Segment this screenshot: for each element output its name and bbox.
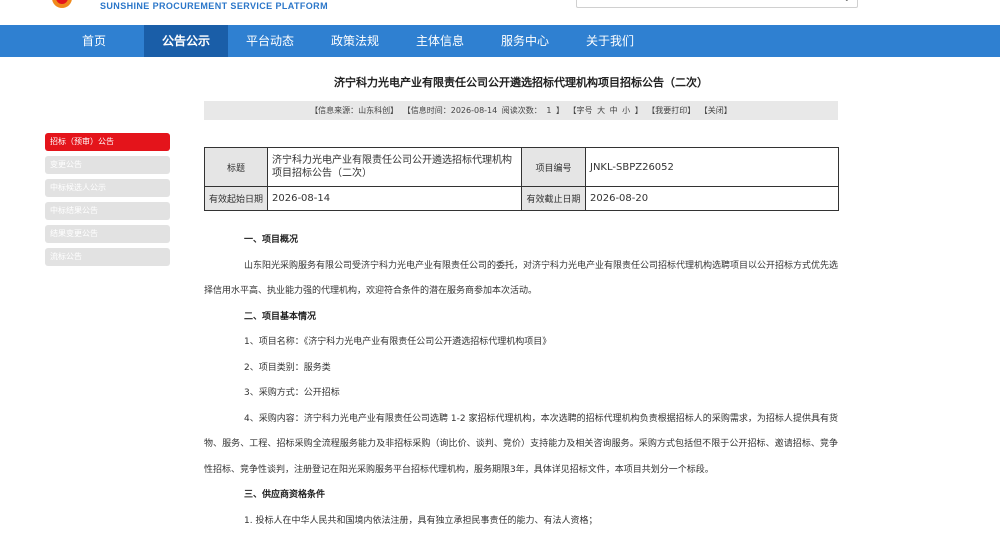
title-label: 标题 — [204, 147, 268, 187]
list-item: 3、采购方式：公开招标 — [244, 388, 340, 398]
list-item: 1、项目名称：《济宁科力光电产业有限责任公司公开遴选招标代理机构项目》 — [244, 337, 552, 347]
meta-font-size-label: 【字号 — [568, 106, 593, 115]
start-date-value: 2026-08-14 — [267, 186, 522, 211]
font-medium-link[interactable]: 中 — [610, 106, 618, 115]
start-date-label: 有效起始日期 — [204, 186, 268, 211]
page-title: 济宁科力光电产业有限责任公司公开遴选招标代理机构项目招标公告（二次） — [334, 76, 708, 89]
sidebar-item-award-result[interactable]: 中标结果公告 — [45, 202, 170, 220]
nav-item-home[interactable]: 首页 — [64, 25, 124, 57]
meta-views-label: 阅读次数： — [501, 106, 542, 115]
sidebar-item-result-change[interactable]: 结果变更公告 — [45, 225, 170, 243]
article-body: 一、项目概况 山东阳光采购服务有限公司受济宁科力光电产业有限责任公司的委托，对济… — [204, 228, 838, 534]
search-box[interactable]: ⌄ — [576, 0, 858, 11]
print-link[interactable]: 【我要打印】 — [647, 106, 695, 115]
sidebar-item-candidate-publicity[interactable]: 中标候选人公示 — [45, 179, 170, 197]
section-heading: 二、项目基本情况 — [244, 311, 317, 322]
sidebar-item-change-notice[interactable]: 变更公告 — [45, 156, 170, 174]
sidebar: 招标（预审）公告 变更公告 中标候选人公示 中标结果公告 结果变更公告 流标公告 — [45, 133, 170, 271]
project-no-label: 项目编号 — [521, 147, 586, 187]
info-meta-bar: 【信息来源：山东科创】 【信息时间：2026-08-14 阅读次数： 1 】 【… — [204, 101, 838, 120]
font-large-link[interactable]: 大 — [597, 106, 605, 115]
meta-font-close: 】 — [634, 106, 643, 115]
meta-views-close: 】 — [555, 106, 564, 115]
table-row: 标题 济宁科力光电产业有限责任公司公开遴选招标代理机构项目招标公告（二次） 项目… — [204, 147, 839, 187]
meta-source: 【信息来源：山东科创】 — [310, 106, 399, 115]
close-link[interactable]: 【关闭】 — [700, 106, 732, 115]
top-header: SUNSHINE PROCUREMENT SERVICE PLATFORM ⌄ — [0, 0, 1000, 24]
font-small-link[interactable]: 小 — [622, 106, 630, 115]
nav-item-service-center[interactable]: 服务中心 — [495, 25, 555, 57]
sidebar-item-failed-bid[interactable]: 流标公告 — [45, 248, 170, 266]
main-nav: 首页 公告公示 平台动态 政策法规 主体信息 服务中心 关于我们 — [0, 25, 1000, 57]
logo-icon — [52, 0, 72, 8]
nav-item-about[interactable]: 关于我们 — [580, 25, 640, 57]
sidebar-item-tender-notice[interactable]: 招标（预审）公告 — [45, 133, 170, 151]
nav-item-entity-info[interactable]: 主体信息 — [410, 25, 470, 57]
search-input[interactable] — [577, 0, 835, 11]
meta-views-count: 1 — [546, 106, 552, 115]
end-date-label: 有效截止日期 — [521, 186, 586, 211]
info-table: 标题 济宁科力光电产业有限责任公司公开遴选招标代理机构项目招标公告（二次） 项目… — [204, 147, 839, 211]
nav-item-platform-news[interactable]: 平台动态 — [240, 25, 300, 57]
project-no-value: JNKL-SBPZ26052 — [585, 147, 839, 187]
list-item: 1. 投标人在中华人民共和国境内依法注册，具有独立承担民事责任的能力、有法人资格… — [244, 515, 598, 526]
end-date-value: 2026-08-20 — [585, 186, 839, 211]
title-value: 济宁科力光电产业有限责任公司公开遴选招标代理机构项目招标公告（二次） — [267, 147, 522, 187]
table-row: 有效起始日期 2026-08-14 有效截止日期 2026-08-20 — [204, 186, 839, 211]
nav-item-policies[interactable]: 政策法规 — [325, 25, 385, 57]
list-item: 4、采购内容：济宁科力光电产业有限责任公司选聘 1-2 家招标代理机构，本次选聘… — [204, 413, 838, 475]
list-item: 2、项目类别：服务类 — [244, 362, 331, 373]
brand-name: SUNSHINE PROCUREMENT SERVICE PLATFORM — [100, 1, 328, 11]
section-heading: 一、项目概况 — [244, 235, 299, 245]
section-heading: 三、供应商资格条件 — [244, 490, 326, 500]
section-paragraph: 山东阳光采购服务有限公司受济宁科力光电产业有限责任公司的委托，对济宁科力光电产业… — [204, 260, 839, 297]
meta-time: 【信息时间：2026-08-14 — [402, 106, 498, 115]
nav-item-announcements[interactable]: 公告公示 — [144, 25, 228, 57]
chevron-down-icon[interactable]: ⌄ — [843, 0, 851, 4]
